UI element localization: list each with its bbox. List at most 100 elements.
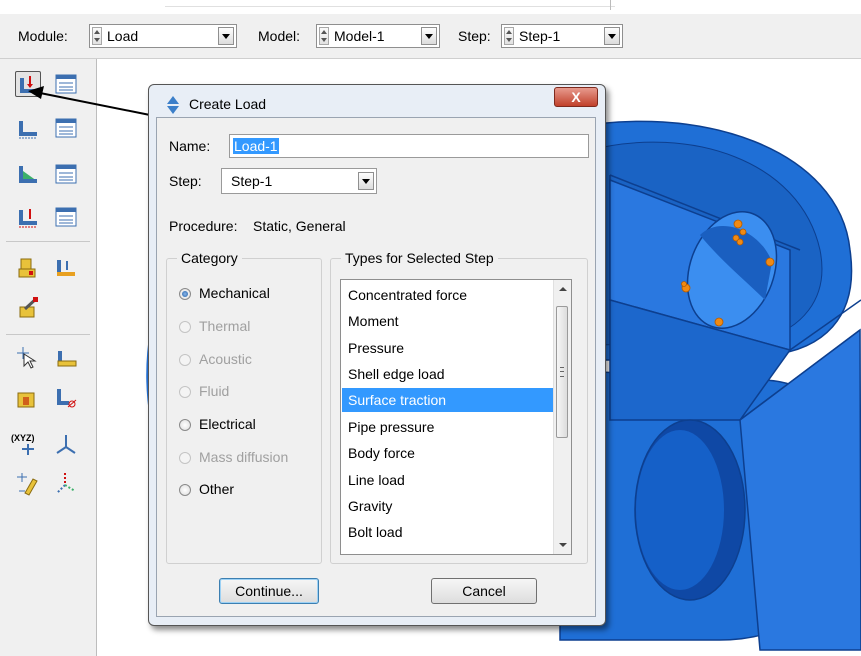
load-case-manager-icon[interactable] — [53, 204, 79, 230]
radio-icon — [179, 484, 191, 496]
list-item-label: Gravity — [348, 498, 393, 514]
list-item-label: Concentrated force — [348, 287, 468, 303]
close-button[interactable]: X — [554, 87, 598, 107]
dialog-title-icon — [167, 96, 179, 114]
model-value: Model-1 — [334, 28, 385, 44]
create-load-dialog: Create Load X Name: Load-1 Step: Step-1 … — [148, 84, 606, 626]
radio-icon — [179, 386, 191, 398]
model-label: Model: — [258, 28, 301, 44]
radio-label: Acoustic — [199, 351, 252, 367]
step-dropdown-button[interactable] — [604, 27, 620, 45]
query-icon[interactable] — [15, 471, 41, 497]
list-item-label: Pressure — [348, 340, 405, 356]
context-toolbar: Module: Load Model: Model-1 Step: Step-1 — [0, 14, 861, 59]
types-title: Types for Selected Step — [341, 250, 498, 266]
list-item[interactable]: Bolt load — [342, 520, 554, 544]
list-item[interactable]: Pressure — [342, 336, 554, 360]
step-spinner[interactable] — [504, 27, 514, 45]
create-load-icon[interactable] — [15, 71, 41, 97]
top-strip — [0, 0, 861, 14]
create-surface-icon[interactable] — [53, 345, 79, 371]
model-dropdown-button[interactable] — [421, 27, 437, 45]
scroll-down-icon[interactable] — [554, 537, 571, 554]
category-title: Category — [177, 250, 242, 266]
scroll-thumb[interactable] — [556, 306, 568, 438]
radio-label: Fluid — [199, 383, 230, 399]
datum-csys-icon[interactable] — [53, 431, 79, 457]
axis-icon[interactable] — [53, 471, 79, 497]
predefined-field-icon[interactable] — [15, 161, 41, 187]
list-item-label: Pipe pressure — [348, 419, 435, 435]
create-amplitude-icon[interactable] — [53, 255, 79, 281]
toolbox-separator — [6, 241, 90, 242]
category-group: Category Mechanical Thermal Acoustic Flu… — [166, 250, 322, 564]
radio-label: Mass diffusion — [199, 449, 289, 465]
create-field-icon[interactable] — [15, 255, 41, 281]
types-scrollbar[interactable] — [553, 280, 571, 554]
create-datum-icon[interactable] — [15, 385, 41, 411]
step-select-value: Step-1 — [231, 173, 273, 189]
list-item-selected[interactable]: Surface traction — [342, 388, 554, 412]
list-item-label: Line load — [348, 472, 405, 488]
types-group: Types for Selected Step Concentrated for… — [330, 250, 588, 564]
radio-icon — [179, 452, 191, 464]
list-item[interactable]: Moment — [342, 309, 554, 333]
list-item-label: Bolt load — [348, 524, 403, 540]
radio-label: Thermal — [199, 318, 251, 334]
step-select[interactable]: Step-1 — [221, 168, 377, 194]
scroll-up-icon[interactable] — [554, 280, 571, 297]
continue-button[interactable]: Continue... — [219, 578, 319, 604]
step-label: Step: — [458, 28, 491, 44]
dialog-body: Name: Load-1 Step: Step-1 Procedure: Sta… — [156, 117, 596, 617]
procedure-value: Static, General — [253, 218, 346, 234]
predefined-field-manager-icon[interactable] — [53, 161, 79, 187]
list-item[interactable]: Concentrated force — [342, 283, 554, 307]
load-case-icon[interactable] — [15, 204, 41, 230]
radio-label: Mechanical — [199, 285, 270, 301]
radio-icon — [179, 288, 191, 300]
radio-icon — [179, 419, 191, 431]
create-coordinate-system-icon[interactable]: (XYZ) — [10, 431, 46, 457]
list-item[interactable]: Pipe pressure — [342, 415, 554, 439]
procedure-label: Procedure: — [169, 218, 238, 234]
radio-label: Electrical — [199, 416, 256, 432]
step-combo[interactable]: Step-1 — [501, 24, 623, 48]
load-manager-icon[interactable] — [53, 71, 79, 97]
module-dropdown-button[interactable] — [218, 27, 234, 45]
module-label: Module: — [18, 28, 68, 44]
module-combo[interactable]: Load — [89, 24, 237, 48]
xyz-label: (XYZ) — [11, 433, 35, 443]
list-item[interactable]: Shell edge load — [342, 362, 554, 386]
list-item-label: Moment — [348, 313, 399, 329]
create-connector-icon[interactable] — [53, 385, 79, 411]
list-item-label: Surface traction — [348, 392, 447, 408]
list-item[interactable]: Gravity — [342, 494, 554, 518]
dialog-title: Create Load — [189, 96, 267, 112]
chevron-down-icon[interactable] — [358, 172, 374, 190]
list-item[interactable]: Body force — [342, 441, 554, 465]
cancel-button[interactable]: Cancel — [431, 578, 537, 604]
radio-icon — [179, 354, 191, 366]
radio-label: Other — [199, 481, 235, 497]
name-field[interactable]: Load-1 — [229, 134, 589, 158]
toolbox-separator — [6, 334, 90, 335]
analytical-field-icon[interactable] — [15, 295, 41, 321]
grip-icon — [560, 367, 564, 377]
create-set-icon[interactable] — [15, 345, 41, 371]
list-item-label: Body force — [348, 445, 415, 461]
module-value: Load — [107, 28, 139, 44]
create-bc-icon[interactable] — [15, 115, 41, 141]
module-spinner[interactable] — [92, 27, 102, 45]
step-label: Step: — [169, 173, 202, 189]
types-listbox[interactable]: Concentrated force Moment Pressure Shell… — [340, 279, 572, 555]
module-toolbox: (XYZ) — [0, 59, 97, 656]
model-combo[interactable]: Model-1 — [316, 24, 440, 48]
model-spinner[interactable] — [319, 27, 329, 45]
radio-icon — [179, 321, 191, 333]
name-value: Load-1 — [233, 138, 279, 154]
bc-manager-icon[interactable] — [53, 115, 79, 141]
name-label: Name: — [169, 138, 211, 154]
list-item-label: Shell edge load — [348, 366, 445, 382]
list-item[interactable]: Line load — [342, 468, 554, 492]
step-value: Step-1 — [519, 28, 561, 44]
